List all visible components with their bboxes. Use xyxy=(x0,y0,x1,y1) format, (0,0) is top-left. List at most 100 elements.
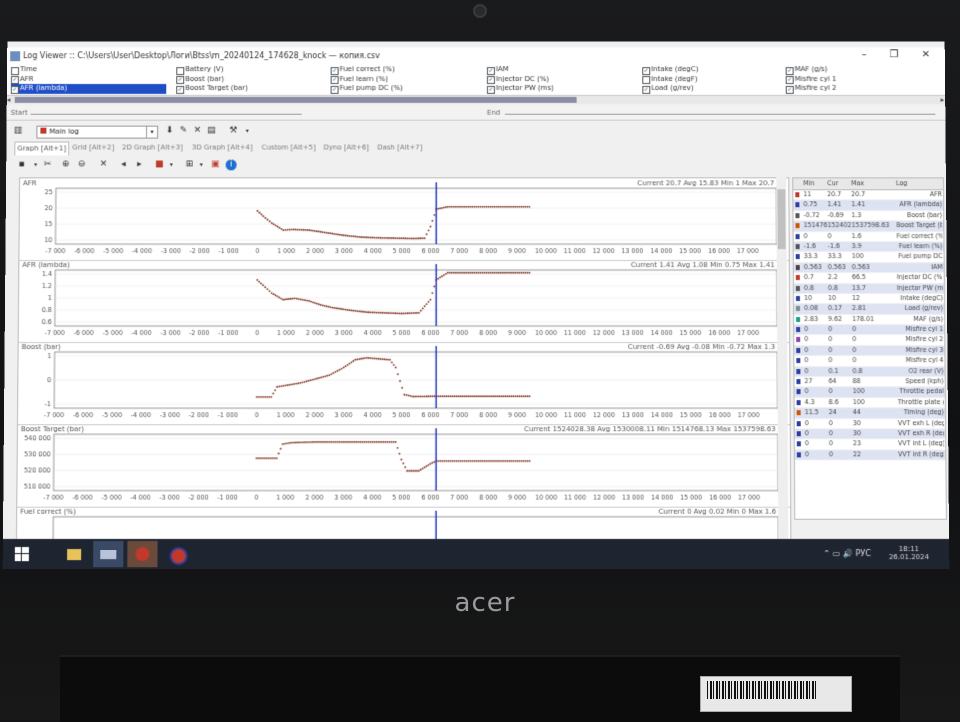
graph-plot[interactable]: 25201510-7 000-6 000-5 000-4 000-3 000-2… xyxy=(19,178,788,260)
param-checkbox[interactable]: ✓ xyxy=(786,85,794,93)
legend-row[interactable]: 0030VVT exh L (deg xyxy=(795,419,945,429)
param-item[interactable]: Intake (degF) xyxy=(642,75,797,84)
tab-dyno[interactable]: Dyno [Alt+6] xyxy=(323,142,369,155)
graph-plot[interactable]: 540 000530 000520 000510 000-7 000-6 000… xyxy=(17,424,790,506)
param-item[interactable]: ✓Boost Target (bar) xyxy=(176,84,331,93)
graph-panel[interactable]: AFRCurrent 20.7 Avg 15.83 Min 1 Max 20.7… xyxy=(19,178,788,261)
layout-icon[interactable]: ⊞ xyxy=(184,159,195,170)
legend-row[interactable]: 2.839.62178.01MAF (g/s) xyxy=(794,315,944,325)
param-item[interactable]: ✓Fuel pump DC (%) xyxy=(331,84,486,93)
scroll-right-icon[interactable]: ▸ xyxy=(941,96,945,104)
param-item[interactable]: ✓IAM xyxy=(487,65,642,74)
param-checkbox[interactable]: ✓ xyxy=(176,76,184,84)
param-item[interactable]: ✓Fuel correct (%) xyxy=(331,65,486,74)
tab-dash[interactable]: Dash [Alt+7] xyxy=(377,142,422,155)
delete-icon[interactable]: ✕ xyxy=(192,126,203,137)
log-select[interactable]: Main log ▾ xyxy=(36,126,158,139)
app-taskbar-icon-3[interactable] xyxy=(161,541,191,567)
param-checkbox[interactable] xyxy=(11,67,19,75)
param-checkbox[interactable]: ✓ xyxy=(487,76,495,84)
cut-icon[interactable]: ✂ xyxy=(42,159,53,170)
param-checkbox[interactable]: ✓ xyxy=(642,67,650,75)
save-icon[interactable]: ▪ xyxy=(16,159,27,170)
param-item[interactable]: ✓MAF (g/s) xyxy=(786,65,941,74)
legend-row[interactable]: -1.6-1.63.9Fuel learn (%) xyxy=(794,242,944,252)
tab-custom[interactable]: Custom [Alt+5] xyxy=(262,142,316,155)
legend-row[interactable]: 1514761524021537598.63Boost Target (b xyxy=(794,221,944,231)
graph-panel[interactable]: Boost (bar)Current -0.69 Avg -0.08 Min -… xyxy=(18,342,790,425)
param-item[interactable]: ✓AFR xyxy=(11,75,166,84)
input-language[interactable]: РУС xyxy=(855,549,870,558)
legend-row[interactable]: -0.72-0.691.3Boost (bar) xyxy=(793,211,943,221)
edit-icon[interactable]: ✎ xyxy=(178,126,189,137)
param-item[interactable]: Battery (V) xyxy=(176,65,331,74)
legend-row[interactable]: 11.52444Timing (deg) xyxy=(795,408,945,418)
param-checkbox[interactable]: ✓ xyxy=(786,67,794,75)
legend-row[interactable]: 0022VVT int R (deg) xyxy=(795,450,946,460)
param-checkbox[interactable] xyxy=(176,67,184,75)
param-checkbox[interactable]: ✓ xyxy=(331,67,339,75)
legend-row[interactable]: 33.333.3100Fuel pump DC xyxy=(794,252,944,262)
system-tray[interactable]: ⌃ ▭ 🔊 РУС xyxy=(823,549,870,558)
image-icon[interactable]: ▣ xyxy=(210,159,221,170)
export-icon[interactable]: ▤ xyxy=(206,126,217,137)
legend-row[interactable]: 101012Intake (degC) xyxy=(794,294,944,304)
file-explorer-icon[interactable] xyxy=(59,541,89,567)
layout-dropdown-icon[interactable]: ▾ xyxy=(196,159,207,170)
record-dropdown-icon[interactable]: ▾ xyxy=(166,159,177,170)
param-checkbox[interactable]: ✓ xyxy=(176,85,184,93)
param-item[interactable]: ✓Misfire cyl 1 xyxy=(786,75,941,84)
param-checkbox[interactable]: ✓ xyxy=(11,85,19,93)
tab-graph[interactable]: Graph [Alt+1] xyxy=(14,142,69,156)
download-icon[interactable]: ⬇ xyxy=(164,126,175,137)
zoom-in-icon[interactable]: ⊕ xyxy=(60,159,71,170)
end-slider[interactable] xyxy=(505,114,935,115)
prev-icon[interactable]: ◂ xyxy=(118,159,129,170)
legend-row[interactable]: 4.38.6100Throttle plate ( xyxy=(795,398,945,408)
legend-row[interactable]: 000Misfire cyl 4 xyxy=(794,356,944,366)
param-item[interactable]: ✓Intake (degC) xyxy=(642,65,797,74)
legend-row[interactable]: 276488Speed (kph) xyxy=(794,377,944,387)
tools-icon[interactable]: ⚒ xyxy=(228,126,239,137)
legend-row[interactable]: 000Misfire cyl 3 xyxy=(794,346,944,356)
param-item[interactable]: ✓Misfire cyl 2 xyxy=(786,84,941,93)
param-checkbox[interactable]: ✓ xyxy=(642,85,650,93)
clock[interactable]: 18:11 26.01.2024 xyxy=(889,545,929,561)
legend-row[interactable]: 0.080.172.81Load (g/rev) xyxy=(794,304,944,314)
chevron-down-icon[interactable]: ▾ xyxy=(146,127,157,138)
close-button[interactable]: ✕ xyxy=(915,49,937,63)
save-dropdown-icon[interactable]: ▾ xyxy=(30,159,41,170)
param-item[interactable]: ✓Fuel learn (%) xyxy=(331,75,486,84)
legend-row[interactable]: 00.10.8O2 rear (V) xyxy=(794,367,944,377)
param-checkbox[interactable]: ✓ xyxy=(786,76,794,84)
tab-3d[interactable]: 3D Graph [Alt+4] xyxy=(192,142,253,155)
param-item[interactable]: ✓Load (g/rev) xyxy=(642,84,797,93)
legend-row[interactable]: 000Misfire cyl 1 xyxy=(794,325,944,335)
app-taskbar-icon-2[interactable] xyxy=(127,541,157,567)
start-slider[interactable] xyxy=(31,114,302,115)
next-icon[interactable]: ▸ xyxy=(134,159,145,170)
chart-icon[interactable]: ▥ xyxy=(12,126,23,137)
legend-row[interactable]: 0.72.266.5Injector DC (%) xyxy=(794,273,944,283)
legend-row[interactable]: 001.6Fuel correct (% xyxy=(794,232,944,242)
record-icon[interactable]: ■ xyxy=(154,159,165,170)
legend-row[interactable]: 0.80.813.7Injector PW (m xyxy=(794,284,944,294)
graph-plot[interactable]: 10-1-7 000-6 000-5 000-4 000-3 000-2 000… xyxy=(18,342,790,424)
legend-row[interactable]: 0030VVT exh R (deg xyxy=(795,429,945,439)
param-checkbox[interactable]: ✓ xyxy=(487,85,495,93)
param-item[interactable]: ✓Injector PW (ms) xyxy=(487,84,642,93)
param-item[interactable]: ✓AFR (lambda) xyxy=(11,84,166,93)
scroll-left-icon[interactable]: ◂ xyxy=(7,96,11,104)
param-checkbox[interactable]: ✓ xyxy=(331,76,339,84)
params-scrollbar[interactable]: ◂ ▸ xyxy=(7,96,945,104)
graph-area[interactable]: AFRCurrent 20.7 Avg 15.83 Min 1 Max 20.7… xyxy=(16,177,792,569)
legend-row[interactable]: 1120.720.7AFR xyxy=(793,190,943,200)
graph-scroll-thumb[interactable] xyxy=(777,189,785,249)
param-checkbox[interactable]: ✓ xyxy=(331,85,339,93)
param-item[interactable]: Time xyxy=(11,65,166,74)
graph-panel[interactable]: Boost Target (bar)Current 1524028.38 Avg… xyxy=(17,424,790,507)
info-icon[interactable]: i xyxy=(226,159,237,170)
param-checkbox[interactable]: ✓ xyxy=(11,76,19,84)
param-item[interactable]: ✓Boost (bar) xyxy=(176,75,331,84)
graph-panel[interactable]: AFR (lambda)Current 1.41 Avg 1.08 Min 0.… xyxy=(19,260,790,343)
